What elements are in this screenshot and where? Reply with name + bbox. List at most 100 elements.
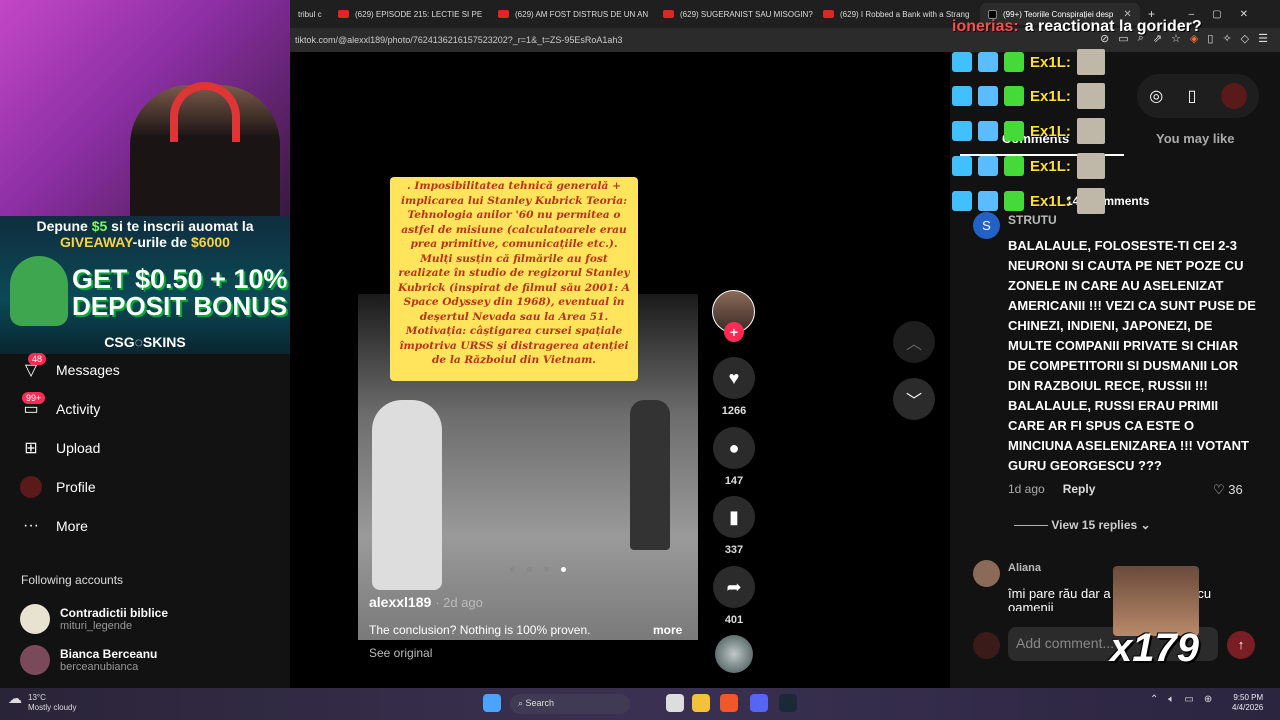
reply-button[interactable]: Reply [1063, 482, 1096, 496]
my-avatar [973, 632, 1000, 659]
nav-more[interactable]: ··· More [20, 515, 88, 537]
commenter-name[interactable]: STRUTU [1008, 213, 1057, 227]
emote-icon [1076, 188, 1105, 214]
following-account[interactable]: Contradictii biblice mituri_legende [20, 604, 168, 634]
share-button[interactable]: ➦ [713, 566, 755, 608]
webcam-overlay [0, 0, 290, 216]
emote-icon [952, 52, 972, 72]
extensions-icon[interactable]: ✧ [1222, 32, 1231, 45]
emote-icon [952, 86, 972, 106]
windows-start-icon[interactable] [483, 694, 501, 712]
see-original-link[interactable]: See original [369, 646, 432, 660]
system-tray: ⌃ 🔈︎ ▭ ⊕ [1150, 694, 1212, 705]
chevron-up-icon[interactable]: ⌃ [1150, 694, 1158, 705]
promo-subheadline: DEPOSIT BONUS [72, 291, 288, 321]
steam-icon[interactable] [779, 694, 797, 712]
emote-icon [1004, 52, 1024, 72]
next-post-button[interactable]: ﹀ [893, 378, 935, 420]
send-comment-button[interactable]: ↑ [1227, 631, 1255, 659]
user-avatar-icon[interactable] [1220, 83, 1247, 109]
profile-avatar-icon [20, 476, 42, 498]
caption-more-link[interactable]: more [653, 623, 682, 637]
network-icon[interactable]: ⊕ [1204, 694, 1212, 705]
commenter-avatar[interactable]: S [973, 212, 1000, 239]
like-button[interactable]: ♥ [713, 357, 755, 399]
taskbar-search[interactable]: ⌕ Search [510, 694, 630, 714]
emote-combo-counter: x179 [1110, 626, 1199, 670]
tab-you-may-like[interactable]: You may like [1156, 131, 1235, 146]
compass-icon[interactable]: ◎ [1149, 86, 1163, 106]
activity-icon: ▭ 99+ [20, 392, 46, 420]
heart-icon: ♥ [728, 367, 740, 388]
speaker-icon[interactable]: 🔈︎ [1168, 694, 1174, 705]
brave-browser-icon[interactable] [720, 694, 738, 712]
previous-post-button[interactable]: ︿ [893, 321, 935, 363]
sponsor-logo: CSG◌SKINS [104, 334, 186, 350]
browser-tab[interactable]: tribul c [290, 3, 330, 25]
follow-plus-icon[interactable]: + [724, 322, 744, 342]
browser-tab[interactable]: (629) EPISODE 215: LECTIE SI PE✕ [330, 3, 490, 25]
nav-messages-label: Messages [56, 362, 120, 378]
chat-message: Ex1L: [952, 83, 1105, 109]
emote-icon [978, 52, 998, 72]
chevron-down-icon: ﹀ [905, 393, 922, 410]
chat-message: Ex1L: [952, 49, 1105, 75]
promo-line-2: GIVEAWAY-urile de $6000 [60, 234, 230, 250]
more-icon: ··· [23, 517, 39, 534]
following-account[interactable]: Bianca Berceanu berceanubianca [20, 645, 157, 675]
wallet-icon[interactable]: ◇ [1241, 32, 1249, 45]
comment-like-button[interactable]: ♡ 36 [1213, 482, 1243, 498]
browser-tab[interactable]: (629) AM FOST DISTRUS DE UN AN✕ [490, 3, 655, 25]
emote-icon [1004, 121, 1024, 141]
emote-icon [978, 86, 998, 106]
url-text[interactable]: tiktok.com/@alexxl189/photo/762413621615… [295, 35, 622, 45]
heart-outline-icon: ♡ [1213, 482, 1225, 497]
nav-upload-label: Upload [56, 440, 101, 456]
task-view-icon[interactable] [666, 694, 684, 712]
nav-activity-label: Activity [56, 401, 101, 417]
emote-icon [1076, 153, 1105, 179]
cloud-icon: ☁ [8, 690, 22, 706]
file-explorer-icon[interactable] [692, 694, 710, 712]
phone-icon[interactable]: ▯ [1188, 86, 1197, 106]
view-replies-button[interactable]: ──── View 15 replies ⌄ [1014, 518, 1151, 532]
music-disc-icon[interactable] [715, 635, 753, 673]
chat-message: ionerias: a reactionat la gorider? [952, 18, 1202, 35]
bookmark-icon: ▮ [729, 506, 739, 527]
save-button[interactable]: ▮ [713, 496, 755, 538]
post-caption: The conclusion? Nothing is 100% proven. [369, 623, 591, 637]
comment-count: 147 [724, 475, 744, 487]
clock[interactable]: 9:50 PM 4/4/2026 [1232, 693, 1263, 713]
chat-message: Ex1L: [952, 118, 1105, 144]
emote-icon [1076, 49, 1105, 75]
promo-line-1: Depune $5 si te inscrii auomat la [36, 218, 254, 234]
nav-profile-label: Profile [56, 479, 96, 495]
youtube-icon [823, 10, 834, 18]
emote-icon [978, 121, 998, 141]
nav-upload[interactable]: ⊞ Upload [20, 437, 100, 459]
sidebar-icon[interactable]: ▯ [1207, 32, 1213, 45]
nav-activity[interactable]: ▭ 99+ Activity [20, 392, 101, 420]
comment-button[interactable]: ● [713, 427, 755, 469]
like-count: 1266 [721, 405, 747, 417]
menu-icon[interactable]: ☰ [1258, 32, 1268, 45]
post-author[interactable]: alexxl189 · 2d ago [369, 594, 483, 610]
browser-tab[interactable]: (629) SUGERANIST SAU MISOGIN?✕ [655, 3, 815, 25]
nav-profile[interactable]: Profile [20, 476, 96, 498]
discord-icon[interactable] [750, 694, 768, 712]
messages-badge: 48 [28, 353, 47, 365]
astronaut-figure [372, 400, 442, 590]
mascot-image [10, 256, 68, 326]
monitor-icon[interactable]: ▭ [1184, 694, 1193, 705]
commenter-avatar[interactable] [973, 560, 1000, 587]
nav-messages[interactable]: ▽ 48 Messages [20, 353, 120, 381]
upload-icon: ⊞ [24, 440, 38, 457]
weather-widget[interactable]: ☁ 13°C Mostly cloudy [8, 690, 76, 713]
avatar [20, 604, 50, 634]
chevron-up-icon: ︿ [905, 336, 922, 353]
commenter-name[interactable]: Aliana [1008, 562, 1041, 574]
emote-icon [952, 156, 972, 176]
youtube-icon [663, 10, 674, 18]
youtube-icon [498, 10, 509, 18]
carousel-dots[interactable] [510, 567, 566, 572]
